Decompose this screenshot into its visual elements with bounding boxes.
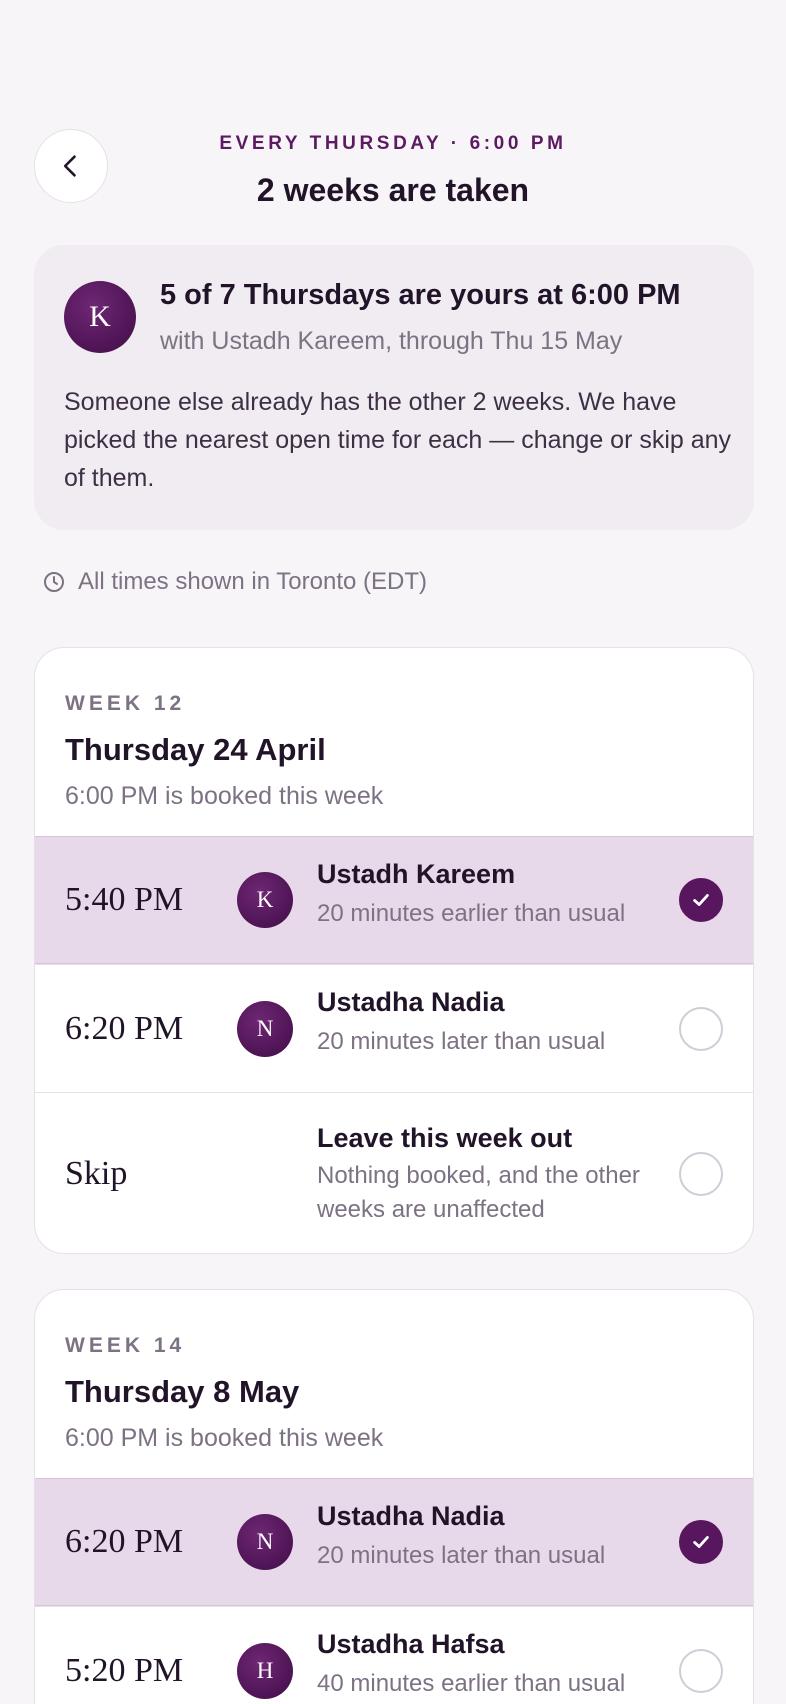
week-date: Thursday 24 April [65,732,326,767]
summary-subtitle: with Ustadh Kareem, through Thu 15 May [160,327,623,355]
option-teacher-name: Ustadha Nadia [317,1501,505,1531]
option-radio[interactable] [679,1006,723,1051]
time-option[interactable]: 5:40 PM K Ustadh Kareem 20 minutes earli… [35,836,753,964]
teacher-avatar: K [237,872,293,928]
option-time: 6:20 PM [65,1009,184,1047]
skip-option[interactable]: Skip Leave this week out Nothing booked,… [35,1092,753,1253]
timezone-note: All times shown in Toronto (EDT) [42,568,427,596]
option-radio-selected[interactable] [679,878,723,922]
check-icon [693,1536,709,1548]
week-conflict-note: 6:00 PM is booked this week [65,1424,384,1452]
option-detail: 20 minutes later than usual [317,1028,606,1055]
teacher-avatar: K [64,281,136,353]
page-title: 2 weeks are taken [256,172,530,208]
time-option[interactable]: 6:20 PM N Ustadha Nadia 20 minutes later… [35,1478,753,1606]
week-card-12: WEEK 12 Thursday 24 April 6:00 PM is boo… [34,647,754,1254]
week-date: Thursday 8 May [65,1374,300,1409]
option-time: 5:40 PM [65,881,184,918]
week-label: WEEK 14 [65,1334,186,1357]
option-skip-label: Skip [65,1155,128,1192]
option-skip-title: Leave this week out [317,1123,573,1153]
time-option[interactable]: 6:20 PM N Ustadha Nadia 20 minutes later… [35,964,753,1092]
summary-card: K 5 of 7 Thursdays are yours at 6:00 PM … [34,245,754,530]
option-radio[interactable] [679,1152,723,1196]
option-detail: Nothing booked, and the other weeks are … [317,1162,640,1223]
option-teacher-name: Ustadha Hafsa [317,1629,505,1659]
option-radio[interactable] [679,1648,723,1693]
week-label: WEEK 12 [65,692,186,715]
option-time: 5:20 PM [65,1651,184,1689]
option-teacher-name: Ustadha Nadia [317,987,505,1017]
teacher-avatar: N [237,1000,293,1057]
week-header: WEEK 14 Thursday 8 May 6:00 PM is booked… [35,1290,753,1478]
week-header: WEEK 12 Thursday 24 April 6:00 PM is boo… [35,648,753,836]
option-detail: 20 minutes earlier than usual [317,900,626,927]
schedule-eyebrow: EVERY THURSDAY · 6:00 PM [219,133,567,154]
week-conflict-note: 6:00 PM is booked this week [65,782,384,810]
teacher-avatar: N [237,1514,293,1570]
timezone-text: All times shown in Toronto (EDT) [78,568,428,595]
option-radio-selected[interactable] [679,1520,723,1564]
teacher-avatar: H [237,1642,293,1699]
option-detail: 20 minutes later than usual [317,1542,606,1569]
check-icon [693,894,709,906]
option-time: 6:20 PM [65,1523,184,1560]
summary-title: 5 of 7 Thursdays are yours at 6:00 PM [160,279,681,311]
time-option[interactable]: 5:20 PM H Ustadha Hafsa 40 minutes earli… [35,1606,753,1704]
week-card-14: WEEK 14 Thursday 8 May 6:00 PM is booked… [34,1289,754,1704]
booking-conflict-screen: EVERY THURSDAY · 6:00 PM 2 weeks are tak… [0,0,786,1704]
option-teacher-name: Ustadh Kareem [317,859,516,889]
clock-icon [44,572,64,592]
option-detail: 40 minutes earlier than usual [317,1670,626,1697]
summary-body: Someone else already has the other 2 wee… [64,388,732,492]
